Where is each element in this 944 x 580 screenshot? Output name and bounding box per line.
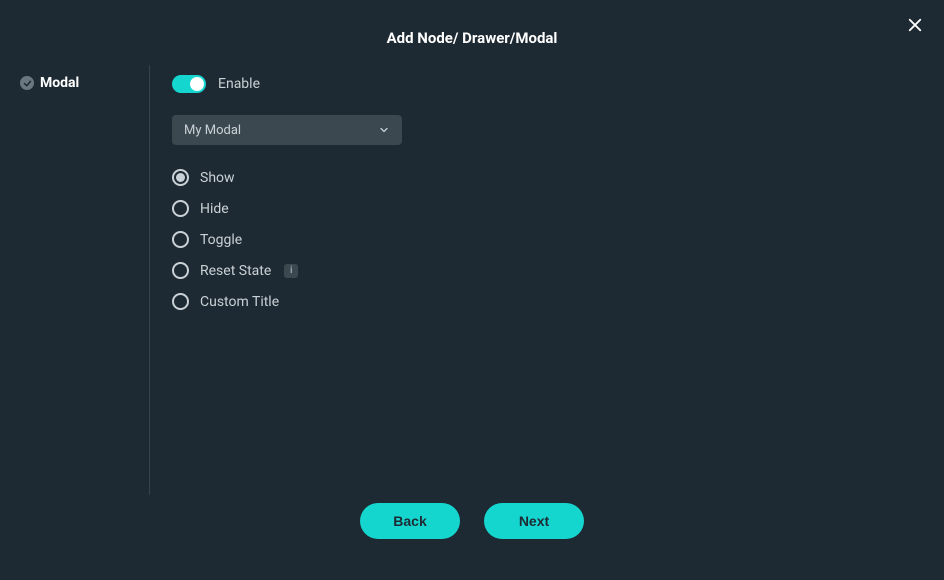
radio-icon [172, 293, 189, 310]
next-button[interactable]: Next [484, 503, 584, 539]
radio-label: Hide [200, 201, 229, 217]
info-icon[interactable]: i [284, 264, 298, 278]
action-radio-group: Show Hide Toggle Reset State i Custom Ti… [172, 169, 944, 310]
enable-toggle[interactable] [172, 75, 206, 93]
dialog-header: Add Node/ Drawer/Modal [0, 0, 944, 65]
modal-select[interactable]: My Modal [172, 115, 402, 145]
dialog-title: Add Node/ Drawer/Modal [387, 29, 558, 47]
sidebar-item-modal[interactable]: Modal [20, 75, 149, 91]
dialog-body: Modal Enable My Modal Show [0, 65, 944, 495]
enable-toggle-row: Enable [172, 75, 944, 93]
radio-show[interactable]: Show [172, 169, 944, 186]
radio-label: Show [200, 170, 235, 186]
content-panel: Enable My Modal Show Hide [150, 65, 944, 495]
radio-label: Custom Title [200, 294, 279, 310]
radio-reset-state[interactable]: Reset State i [172, 262, 944, 279]
sidebar-item-label: Modal [40, 75, 79, 91]
radio-label: Toggle [200, 232, 242, 248]
radio-icon [172, 262, 189, 279]
radio-icon [172, 200, 189, 217]
toggle-knob [190, 77, 204, 91]
dialog-footer: Back Next [0, 495, 944, 539]
sidebar: Modal [0, 65, 150, 495]
enable-label: Enable [218, 76, 260, 92]
chevron-down-icon [378, 121, 390, 140]
close-icon [906, 19, 924, 38]
radio-hide[interactable]: Hide [172, 200, 944, 217]
radio-icon [172, 169, 189, 186]
close-button[interactable] [906, 16, 924, 38]
radio-dot [176, 173, 185, 182]
radio-label: Reset State [200, 263, 271, 279]
radio-toggle[interactable]: Toggle [172, 231, 944, 248]
select-value: My Modal [184, 123, 241, 138]
radio-custom-title[interactable]: Custom Title [172, 293, 944, 310]
check-circle-icon [20, 76, 34, 90]
back-button[interactable]: Back [360, 503, 460, 539]
radio-icon [172, 231, 189, 248]
